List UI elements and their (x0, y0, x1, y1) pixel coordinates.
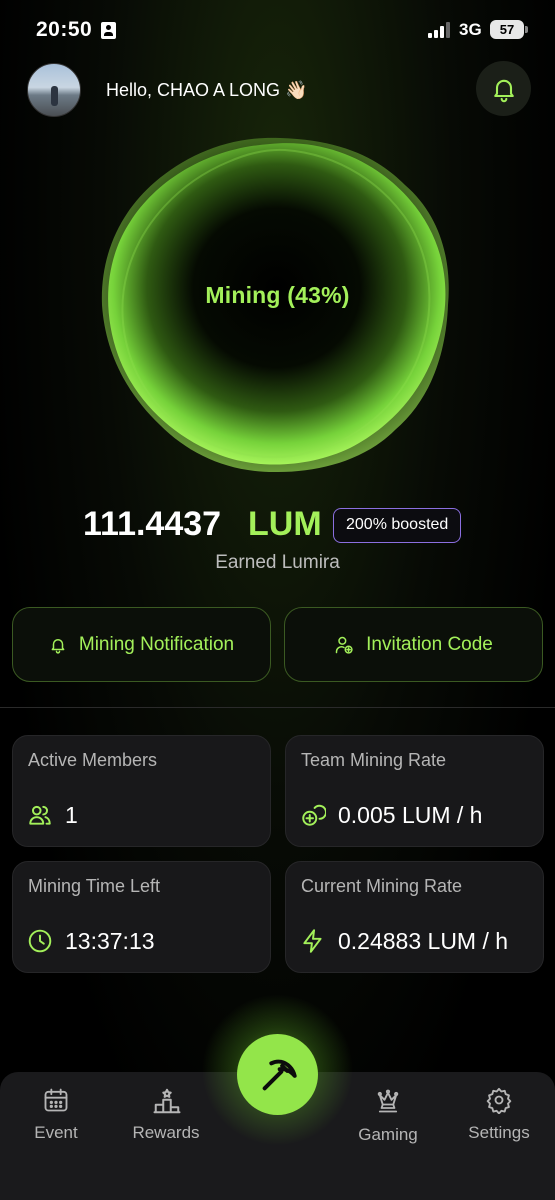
gear-icon (486, 1087, 512, 1114)
bell-icon (493, 79, 514, 102)
network-type: 3G (459, 20, 482, 39)
greeting-text: Hello, CHAO A LONG 👋🏻 (106, 80, 308, 100)
current-mining-rate-card: Current Mining Rate 0.24883 LUM / h (285, 861, 544, 973)
mining-notification-button[interactable]: Mining Notification (12, 607, 271, 682)
lightning-icon (303, 929, 322, 953)
signal-bars-icon (428, 22, 454, 38)
users-icon (29, 805, 51, 825)
notifications-button[interactable] (476, 61, 531, 116)
user-avatar[interactable] (27, 63, 81, 117)
card-title: Team Mining Rate (301, 750, 447, 770)
earned-unit: LUM (248, 505, 322, 543)
coins-icon (302, 804, 326, 826)
invitation-code-button[interactable]: Invitation Code (284, 607, 543, 682)
nav-event-label: Event (34, 1123, 78, 1142)
pickaxe-icon (262, 1059, 297, 1090)
card-value: 0.005 LUM / h (338, 802, 483, 828)
status-time: 20:50 (36, 18, 93, 41)
earnings-row: 111.4437 LUM 200% boosted (0, 505, 555, 549)
team-mining-rate-card: Team Mining Rate 0.005 LUM / h (285, 735, 544, 847)
nav-event[interactable]: Event (1, 1072, 111, 1162)
active-members-card: Active Members 1 (12, 735, 271, 847)
battery-icon: 57 (490, 20, 528, 39)
chess-queen-icon (377, 1089, 399, 1113)
bell-icon (51, 638, 65, 654)
mining-notification-label: Mining Notification (78, 633, 235, 655)
status-bar: 20:50 3G 57 (0, 0, 555, 60)
mining-progress-label: Mining (43%) (205, 282, 350, 308)
mine-button[interactable] (237, 1034, 318, 1115)
section-divider (0, 707, 555, 708)
clock-icon (28, 929, 52, 953)
calendar-icon (44, 1088, 68, 1112)
card-title: Active Members (28, 750, 158, 770)
card-title: Current Mining Rate (301, 876, 463, 896)
add-user-icon (335, 636, 353, 654)
nav-rewards-label: Rewards (132, 1123, 200, 1142)
mining-time-left-card: Mining Time Left 13:37:13 (12, 861, 271, 973)
nav-settings[interactable]: Settings (444, 1072, 554, 1162)
card-value: 1 (65, 802, 78, 828)
nav-settings-label: Settings (468, 1123, 530, 1142)
invitation-code-label: Invitation Code (366, 633, 493, 655)
earned-caption: Earned Lumira (215, 552, 340, 573)
earned-amount: 111.4437 (83, 505, 222, 543)
card-value: 13:37:13 (65, 928, 155, 954)
card-value: 0.24883 LUM / h (338, 928, 509, 954)
mining-screen: 20:50 3G 57 Hello, CHAO A LONG 👋🏻 Mining… (0, 0, 555, 1200)
boost-badge: 200% boosted (333, 508, 462, 543)
podium-icon (153, 1088, 181, 1114)
id-card-icon (101, 22, 116, 39)
card-title: Mining Time Left (28, 876, 161, 896)
nav-gaming-label: Gaming (358, 1125, 418, 1144)
